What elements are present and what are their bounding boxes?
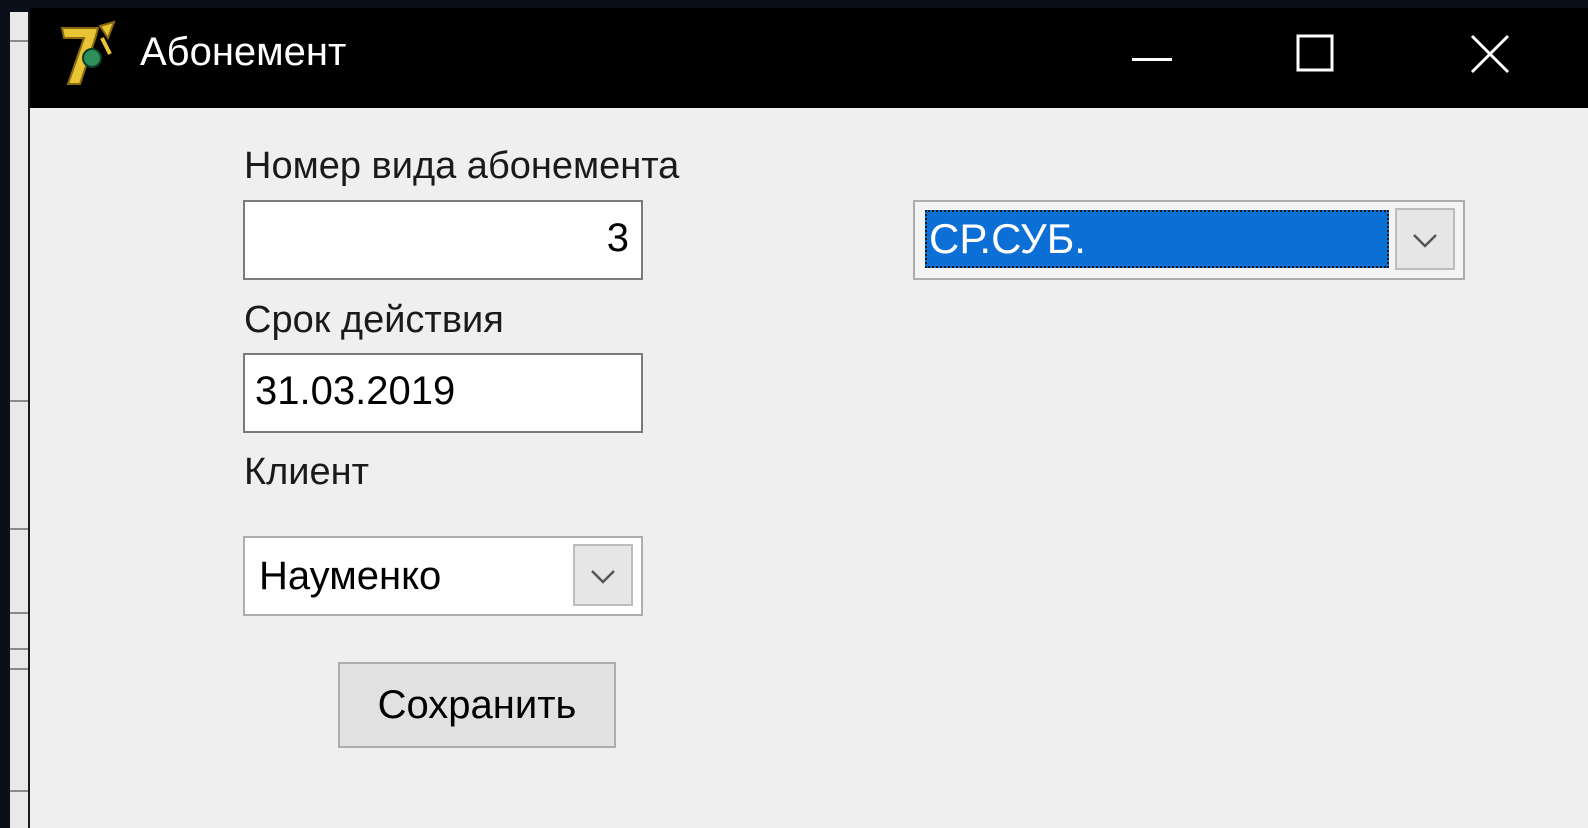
chevron-down-icon xyxy=(591,570,615,584)
background-tick xyxy=(10,648,28,650)
subscription-type-combobox-value: СР.СУБ. xyxy=(929,215,1086,262)
client-label: Клиент xyxy=(244,451,370,493)
background-tick xyxy=(10,40,28,42)
background-window-edge xyxy=(0,0,30,828)
subscription-type-input[interactable]: 3 xyxy=(243,200,643,280)
validity-label: Срок действия xyxy=(244,299,504,341)
maximize-button[interactable] xyxy=(1266,14,1366,94)
subscription-dialog: Абонемент Номер вида абонемента 3 Срок д… xyxy=(30,8,1588,828)
background-tick xyxy=(10,668,28,670)
type-dropdown-button[interactable] xyxy=(1395,208,1455,270)
client-combobox[interactable]: Науменко xyxy=(243,536,643,616)
close-button[interactable] xyxy=(1440,14,1540,94)
background-tick xyxy=(10,790,28,792)
window-title: Абонемент xyxy=(140,30,347,74)
delphi-app-icon xyxy=(58,18,122,90)
background-tick xyxy=(10,528,28,530)
subscription-type-combobox[interactable]: СР.СУБ. xyxy=(913,200,1465,280)
validity-date-input[interactable]: 31.03.2019 xyxy=(243,353,643,433)
client-combobox-value: Науменко xyxy=(259,554,442,598)
client-dropdown-button[interactable] xyxy=(573,544,633,606)
background-window-border xyxy=(10,12,30,828)
background-tick xyxy=(10,400,28,402)
screen: Абонемент Номер вида абонемента 3 Срок д… xyxy=(0,0,1588,828)
minimize-icon xyxy=(1132,58,1172,61)
maximize-icon xyxy=(1296,34,1334,72)
subscription-type-label: Номер вида абонемента xyxy=(244,145,680,187)
title-bar[interactable]: Абонемент xyxy=(30,8,1588,108)
background-tick xyxy=(10,612,28,614)
chevron-down-icon xyxy=(1413,234,1437,248)
save-button[interactable]: Сохранить xyxy=(338,662,616,748)
minimize-button[interactable] xyxy=(1102,14,1202,94)
close-icon xyxy=(1470,34,1510,74)
